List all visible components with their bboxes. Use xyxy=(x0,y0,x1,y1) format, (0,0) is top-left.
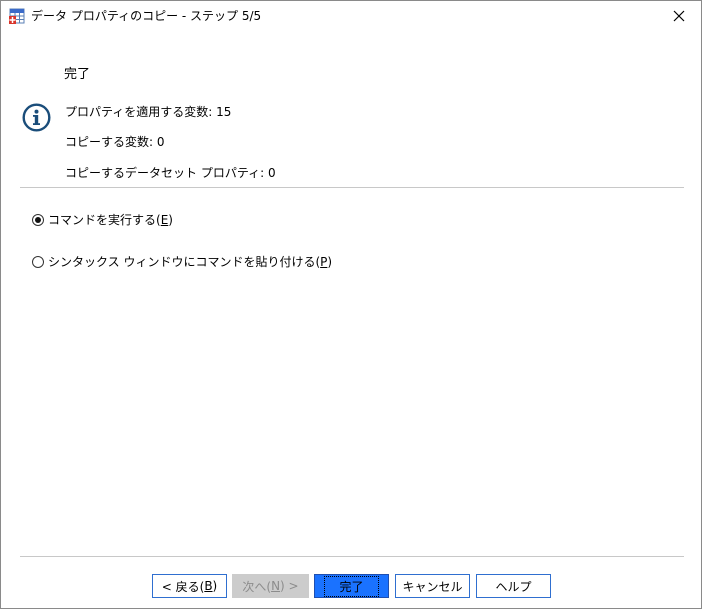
app-data-table-icon xyxy=(9,8,25,24)
help-button[interactable]: ヘルプ xyxy=(476,574,551,598)
summary-variables-applied: プロパティを適用する変数: 15 xyxy=(65,105,232,119)
next-button[interactable]: 次へ(N) > xyxy=(232,574,309,598)
summary-variables-copied: コピーする変数: 0 xyxy=(65,135,165,149)
paste-syntax-option[interactable]: シンタックス ウィンドウにコマンドを貼り付ける(P) xyxy=(32,253,332,270)
paste-syntax-radio[interactable] xyxy=(32,255,44,268)
run-command-label: コマンドを実行する(E) xyxy=(48,213,173,227)
top-divider xyxy=(20,187,684,188)
close-button[interactable] xyxy=(657,1,701,31)
cancel-button[interactable]: キャンセル xyxy=(395,574,470,598)
finish-button[interactable]: 完了 xyxy=(314,574,389,598)
back-button[interactable]: < 戻る(B) xyxy=(152,574,227,598)
bottom-divider xyxy=(20,556,684,557)
run-command-radio[interactable] xyxy=(32,213,44,226)
page-heading: 完了 xyxy=(64,67,91,82)
info-icon xyxy=(22,103,51,132)
paste-syntax-label: シンタックス ウィンドウにコマンドを貼り付ける(P) xyxy=(48,255,333,269)
run-command-option[interactable]: コマンドを実行する(E) xyxy=(32,211,173,228)
window-title: データ プロパティのコピー - ステップ 5/5 xyxy=(31,9,262,23)
summary-dataset-properties-copied: コピーするデータセット プロパティ: 0 xyxy=(65,166,276,180)
close-icon xyxy=(673,10,685,22)
dialog-window: データ プロパティのコピー - ステップ 5/5 完了 プロパティを適用する変数… xyxy=(0,0,702,609)
title-bar: データ プロパティのコピー - ステップ 5/5 xyxy=(1,1,701,31)
